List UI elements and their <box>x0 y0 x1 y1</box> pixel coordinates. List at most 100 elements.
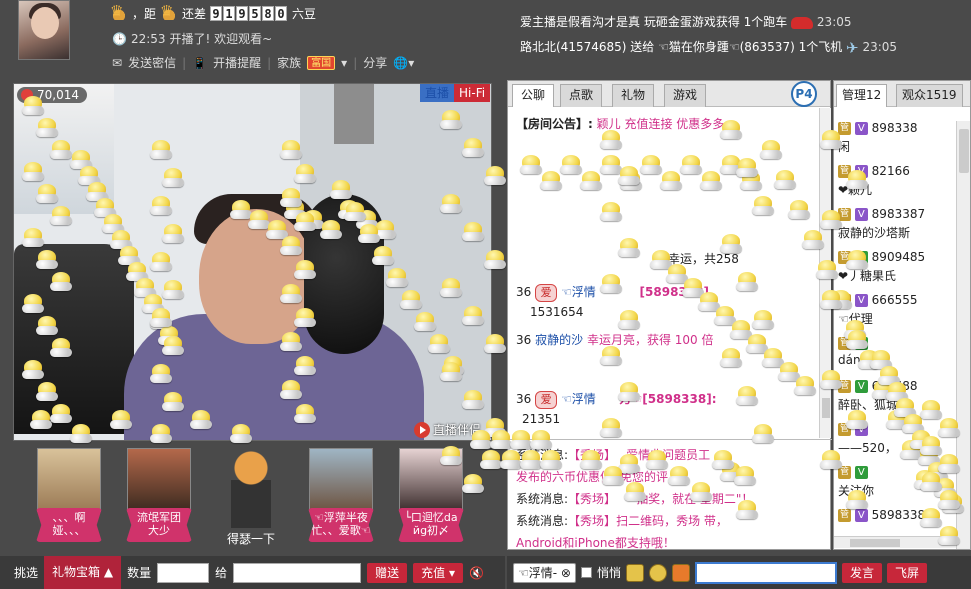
fan-name: ☜浮萍半夜 忙、、爱歌☜ <box>308 508 374 542</box>
hifi-tag: Hi-Fi <box>454 84 491 102</box>
love-badge-icon: 爱 <box>535 391 558 409</box>
user-row[interactable]: 管 V 8983387 寂静的沙塔斯 <box>838 207 925 241</box>
fan-item[interactable]: └口迴忆da йg初〆 <box>396 448 466 542</box>
notice-panel: 爱主播是假看沟才是真 玩砸金蛋游戏获得 1个跑车 23:05 路北北(41574… <box>508 0 971 72</box>
level-icon: V <box>854 208 868 221</box>
recipient-input[interactable] <box>233 562 362 583</box>
user-id: 898338 <box>871 121 918 135</box>
user-row[interactable]: 管 V 5898338 <box>838 508 925 525</box>
mail-icon: ✉ <box>112 55 123 70</box>
rank-text: ，距 <box>132 6 157 21</box>
give-button[interactable]: 赠送 <box>367 562 408 583</box>
user-row[interactable]: 管 V 691688 醉卧、狐城 <box>838 379 917 413</box>
system-messages: 系统消息:【秀场】 爱情非问题员工 发布的六币优惠信 免您的评 得! 系统消息:【秀… <box>508 439 832 551</box>
fan-item[interactable]: 、、、啊 娅、、、 <box>34 448 104 542</box>
chevron-down-icon[interactable]: ▾ <box>341 56 347 70</box>
role-badge: 管 <box>838 423 852 436</box>
user-row[interactable]: 管 V dáng <box>838 336 868 367</box>
send-button[interactable]: 发言 <box>841 562 882 583</box>
to-label: 给 <box>215 566 228 580</box>
user-row[interactable]: 管 V 898338 闲 <box>838 121 917 155</box>
user-row[interactable]: 管 V 666555 ☜代理 <box>838 293 917 327</box>
tab-audience[interactable]: 观众1519 <box>896 84 963 107</box>
user-row[interactable]: 管 V ——520， <box>838 422 897 456</box>
user-hscrollbar[interactable] <box>834 536 956 548</box>
level-icon: V <box>854 380 868 393</box>
send-message-button[interactable]: 发送密信 <box>128 54 176 71</box>
family-badge[interactable]: 富国 <box>307 55 336 70</box>
plane-icon: ✈ <box>846 38 859 57</box>
pick-label: 挑选 <box>14 566 39 580</box>
fan-name: 流氓军团 大少 <box>126 508 192 542</box>
system-line: 系统消息:【秀场】扫二维码，秀场 带， <box>516 514 728 528</box>
system-line: 发布的六币优惠信 免您的评 得! <box>516 470 689 484</box>
user-row[interactable]: 管 V 关注你 <box>838 465 874 499</box>
role-badge: 管 <box>838 294 852 307</box>
user-nick: ——520， <box>838 441 897 455</box>
beans-digit: 9 <box>210 5 223 21</box>
gift-bar: 挑选 礼物宝箱 ▲ 数量 给 赠送 充值 ▾ 🔇 <box>0 556 505 589</box>
image-icon[interactable] <box>625 563 644 582</box>
level-icon: V <box>854 122 868 135</box>
fan-item[interactable]: 得瑟一下 <box>216 448 286 547</box>
gift-box-button[interactable]: 礼物宝箱 ▲ <box>44 556 122 589</box>
share-icon[interactable]: 🌐▾ <box>393 56 414 70</box>
level-icon: V <box>854 294 868 307</box>
fan-item[interactable]: 流氓军团 大少 <box>124 448 194 542</box>
recharge-button[interactable]: 充值 ▾ <box>413 562 463 583</box>
system-line: 系统消息:【秀场】 抽奖，就在 星期二"！ <box>516 492 754 506</box>
tab-gifts[interactable]: 礼物 <box>612 84 655 107</box>
fan-rail: 、、、啊 娅、、、 流氓军团 大少 得瑟一下 ☜浮萍半夜 忙、、爱歌☜ └口迴忆… <box>0 442 505 554</box>
user-nick: 闲 <box>838 140 851 154</box>
user-id: 8983387 <box>871 207 926 221</box>
live-video[interactable] <box>13 83 492 441</box>
user-scrollbar[interactable] <box>956 121 970 549</box>
fan-item[interactable]: ☜浮萍半夜 忙、、爱歌☜ <box>306 448 376 542</box>
host-info-panel: ，距 还差 919580 六豆 🕒 22:53 开播了! 欢迎观看~ ✉ 发送密… <box>0 0 505 80</box>
user-nick: ☜代理 <box>838 312 873 326</box>
user-nick: ❤丿糖果氏 <box>838 269 897 283</box>
p4-icon[interactable]: P4 <box>791 81 817 107</box>
broadcast-reminder-button[interactable]: 开播提醒 <box>213 54 261 71</box>
tab-public-chat[interactable]: 公聊 <box>512 84 555 107</box>
emoji-icon[interactable] <box>648 563 667 582</box>
user-row[interactable]: 管 V 82166 ❤颖儿 <box>838 164 910 198</box>
role-badge: 管 <box>838 337 852 350</box>
fly-screen-button[interactable]: 飞屏 <box>887 562 928 583</box>
tab-games[interactable]: 游戏 <box>664 84 707 107</box>
start-message: 开播了! 欢迎观看~ <box>169 32 273 46</box>
fan-name: └口迴忆da йg初〆 <box>398 508 464 542</box>
chat-panel: 公聊 点歌 礼物 游戏 P4 【房间公告】: 颖儿 充值连接 优惠多多 幸运，共… <box>507 80 832 551</box>
family-label: 家族 <box>277 56 302 70</box>
user-id: 5898338 <box>871 508 926 522</box>
role-badge: 管 <box>838 208 852 221</box>
chat-line: 36 爱 ☜浮情 万☜[5898338]: <box>516 390 717 409</box>
chat-input[interactable] <box>694 561 837 584</box>
accompany-button[interactable]: 直播伴侣 <box>414 421 481 438</box>
beans-digit: 1 <box>223 5 236 21</box>
share-button[interactable]: 分享 <box>363 54 387 71</box>
beans-digit: 8 <box>262 5 275 21</box>
tab-song-request[interactable]: 点歌 <box>560 84 603 107</box>
phone-icon: 📱 <box>192 55 208 70</box>
vip-icon[interactable] <box>671 563 690 582</box>
recipient-chip[interactable]: ☜浮情- ⊗ <box>513 562 576 583</box>
crown-icon <box>160 2 179 20</box>
start-line: 🕒 22:53 开播了! 欢迎观看~ <box>112 30 272 47</box>
user-row[interactable]: 管 V 8909485 ❤丿糖果氏 <box>838 250 925 284</box>
car-icon <box>791 16 814 29</box>
whisper-checkbox[interactable] <box>580 567 592 578</box>
fan-avatar <box>37 448 101 512</box>
tab-managers[interactable]: 管理12 <box>836 84 888 107</box>
user-nick: ❤颖儿 <box>838 183 873 197</box>
quantity-input[interactable] <box>157 562 210 583</box>
host-avatar[interactable] <box>18 0 70 60</box>
chat-scrollbar[interactable] <box>819 108 831 438</box>
level-icon: V <box>854 337 868 350</box>
user-id: 691688 <box>871 379 918 393</box>
speaker-icon[interactable]: 🔇 <box>469 566 484 580</box>
crown-icon <box>110 2 128 20</box>
viewer-count: 70,014 <box>37 88 79 102</box>
fan-avatar <box>127 448 191 512</box>
chat-line: 幸运，共258 <box>668 252 739 266</box>
